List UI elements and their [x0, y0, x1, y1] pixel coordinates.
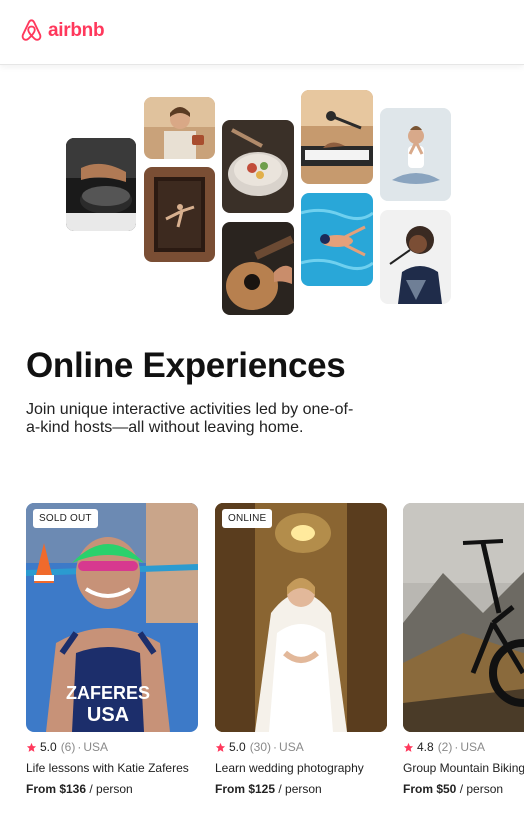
experience-title[interactable]: Group Mountain Biking [403, 761, 524, 775]
collage-photo-food [222, 120, 294, 213]
rating-value: 4.8 [417, 740, 434, 754]
experience-photo[interactable]: ZAFERES USA SOLD OUT [26, 503, 198, 732]
page-subtitle: Join unique interactive activities led b… [26, 401, 354, 436]
collage-photo-keyboard [301, 90, 373, 184]
status-badge: ONLINE [222, 509, 273, 528]
rating-value: 5.0 [40, 740, 57, 754]
price-row: From $50 / person [403, 782, 524, 796]
page-title: Online Experiences [26, 346, 346, 385]
experience-card[interactable]: ONLINE 5.0 (30) · USA Learn wedding phot… [215, 503, 387, 796]
experience-title[interactable]: Life lessons with Katie Zaferes [26, 761, 198, 775]
location: USA [83, 740, 109, 754]
experience-cards: ZAFERES USA SOLD OUT 5.0 (6) · USA Life … [0, 503, 524, 813]
review-count: (30) [249, 740, 272, 754]
hero-collage [0, 0, 524, 330]
price-unit: / person [278, 782, 322, 796]
collage-photo-singer [380, 210, 451, 304]
rating-value: 5.0 [229, 740, 246, 754]
collage-photo-cooking [66, 138, 136, 231]
price-value: From $50 [403, 782, 457, 796]
price-value: From $136 [26, 782, 87, 796]
separator: · [454, 740, 459, 754]
collage-photo-swimmer [301, 193, 373, 286]
separator: · [77, 740, 82, 754]
collage-photo-yoga [380, 108, 451, 201]
svg-text:ZAFERES: ZAFERES [66, 683, 150, 703]
rating-row: 4.8 (2) · USA [403, 740, 524, 754]
review-count: (6) [60, 740, 76, 754]
experience-card[interactable]: ZAFERES USA SOLD OUT 5.0 (6) · USA Life … [26, 503, 198, 796]
location: USA [460, 740, 486, 754]
collage-photo-guitar [222, 222, 294, 315]
price-value: From $125 [215, 782, 276, 796]
price-row: From $125 / person [215, 782, 387, 796]
price-row: From $136 / person [26, 782, 198, 796]
review-count: (2) [437, 740, 453, 754]
experience-title[interactable]: Learn wedding photography [215, 761, 387, 775]
collage-photo-tea [144, 97, 215, 159]
star-icon [215, 742, 226, 752]
price-unit: / person [89, 782, 133, 796]
status-badge: SOLD OUT [33, 509, 98, 528]
experience-photo[interactable]: ONLINE [215, 503, 387, 732]
separator: · [273, 740, 278, 754]
price-unit: / person [459, 782, 504, 796]
experience-photo[interactable] [403, 503, 524, 732]
star-icon [403, 742, 414, 752]
svg-text:USA: USA [87, 704, 129, 726]
star-icon [26, 742, 37, 752]
experience-card[interactable]: 4.8 (2) · USA Group Mountain Biking From… [403, 503, 524, 796]
rating-row: 5.0 (6) · USA [26, 740, 198, 754]
collage-photo-dancer [144, 167, 215, 262]
location: USA [279, 740, 304, 754]
rating-row: 5.0 (30) · USA [215, 740, 387, 754]
